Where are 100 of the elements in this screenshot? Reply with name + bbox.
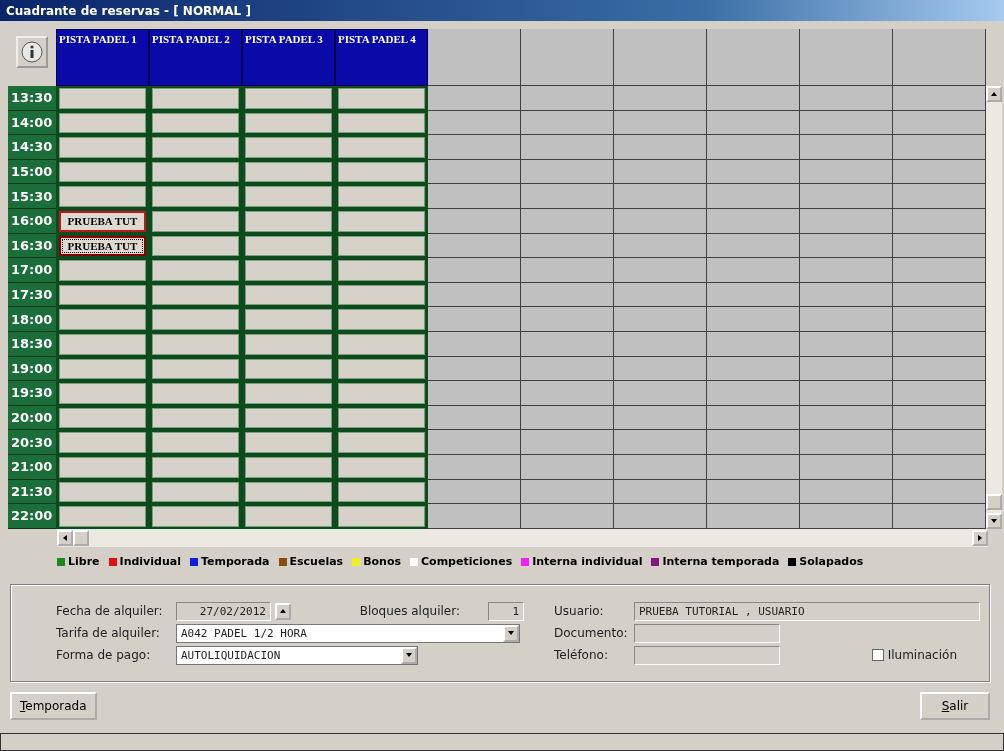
payment-dropdown[interactable]: AUTOLIQUIDACION: [176, 645, 418, 665]
free-slot[interactable]: [152, 481, 239, 503]
scroll-thumb[interactable]: [986, 494, 1002, 510]
time-label: 13:30: [8, 86, 56, 111]
blocks-field[interactable]: 1: [488, 601, 524, 621]
free-slot[interactable]: [152, 358, 239, 380]
right-arrow-icon: [976, 534, 984, 542]
free-slot[interactable]: [152, 112, 239, 134]
free-slot[interactable]: [59, 456, 146, 478]
free-slot[interactable]: [245, 112, 332, 134]
free-slot[interactable]: [152, 456, 239, 478]
legend-label: Interna temporada: [662, 555, 780, 568]
user-field[interactable]: PRUEBA TUTORIAL , USUARIO: [634, 601, 980, 621]
window-title: Cuadrante de reservas - [ NORMAL ]: [0, 0, 1004, 21]
down-arrow-icon: [990, 517, 998, 525]
legend-label: Libre: [68, 555, 100, 568]
free-slot[interactable]: [59, 161, 146, 183]
scroll-thumb[interactable]: [73, 530, 89, 546]
legend-label: Temporada: [200, 555, 270, 568]
time-label: 17:00: [8, 258, 56, 283]
field-label: Forma de pago:: [56, 647, 152, 664]
free-slot[interactable]: [338, 210, 425, 232]
free-slot[interactable]: [245, 235, 332, 257]
court-header: PISTA PADEL 1: [56, 29, 149, 86]
free-slot[interactable]: [59, 358, 146, 380]
time-label: 15:00: [8, 159, 56, 185]
time-label: 15:30: [8, 184, 56, 209]
date-field[interactable]: 27/02/2012: [176, 601, 271, 621]
time-label: 18:00: [8, 307, 56, 332]
free-slot[interactable]: [338, 358, 425, 380]
field-label: Bloques alquiler:: [359, 604, 460, 618]
free-slot[interactable]: [152, 333, 239, 355]
checkbox-label: Iluminación: [887, 648, 957, 662]
up-arrow-icon: [279, 607, 287, 615]
free-slot[interactable]: [338, 481, 425, 503]
booking-slot[interactable]: PRUEBA TUT: [59, 210, 146, 232]
free-slot[interactable]: [152, 161, 239, 183]
free-slot[interactable]: [338, 161, 425, 183]
legend-label: Escuelas: [289, 555, 344, 568]
time-label: 20:00: [8, 405, 56, 431]
free-slot[interactable]: [152, 210, 239, 232]
lighting-checkbox[interactable]: [871, 649, 884, 661]
down-arrow-icon: [405, 651, 413, 659]
court-header: PISTA PADEL 3: [242, 29, 335, 86]
legend-label: Solapados: [799, 555, 864, 568]
field-label: Fecha de alquiler:: [56, 603, 164, 620]
document-field[interactable]: [634, 623, 780, 643]
phone-field[interactable]: [634, 645, 780, 665]
free-slot[interactable]: [338, 284, 425, 306]
free-slot[interactable]: [245, 456, 332, 478]
time-label: 14:00: [8, 110, 56, 136]
free-slot[interactable]: [338, 456, 425, 478]
free-slot[interactable]: [59, 481, 146, 503]
free-slot[interactable]: [245, 358, 332, 380]
time-label: 16:30: [8, 233, 56, 259]
down-arrow-icon: [507, 629, 515, 637]
legend-label: Interna individual: [532, 555, 643, 568]
free-slot[interactable]: [338, 235, 425, 257]
free-slot[interactable]: [338, 112, 425, 134]
free-slot[interactable]: [245, 161, 332, 183]
booking-slot[interactable]: PRUEBA TUT: [59, 235, 146, 257]
season-button[interactable]: Temporada: [10, 692, 97, 720]
court-header: PISTA PADEL 2: [149, 29, 242, 86]
field-label: Teléfono:: [554, 647, 609, 664]
free-slot[interactable]: [245, 210, 332, 232]
info-button[interactable]: [16, 36, 48, 68]
free-slot[interactable]: [152, 284, 239, 306]
date-picker-button[interactable]: [275, 602, 291, 620]
free-slot[interactable]: [245, 407, 332, 429]
free-slot[interactable]: [59, 284, 146, 306]
time-label: 21:30: [8, 479, 56, 505]
vertical-scrollbar[interactable]: [986, 86, 1002, 529]
free-slot[interactable]: [152, 235, 239, 257]
free-slot[interactable]: [59, 112, 146, 134]
time-label: 21:00: [8, 454, 56, 480]
field-label: Usuario:: [554, 603, 605, 620]
up-arrow-icon: [990, 90, 998, 98]
court-header: PISTA PADEL 4: [335, 29, 428, 86]
horizontal-scrollbar[interactable]: [57, 529, 988, 547]
free-slot[interactable]: [338, 407, 425, 429]
free-slot[interactable]: [338, 333, 425, 355]
free-slot[interactable]: [152, 407, 239, 429]
time-label: 18:30: [8, 331, 56, 357]
field-label: Documento:: [554, 625, 629, 642]
free-slot[interactable]: [245, 481, 332, 503]
free-slot[interactable]: [59, 333, 146, 355]
exit-button[interactable]: Salir: [920, 692, 990, 720]
time-label: 17:30: [8, 282, 56, 308]
free-slot[interactable]: [59, 407, 146, 429]
rate-dropdown[interactable]: A042 PADEL 1/2 HORA: [176, 623, 520, 643]
field-label: Tarifa de alquiler:: [56, 625, 161, 642]
free-slot[interactable]: [245, 333, 332, 355]
time-label: 16:00: [8, 208, 56, 234]
legend-label: Individual: [119, 555, 181, 568]
legend-label: Bonos: [363, 555, 402, 568]
time-label: 20:30: [8, 430, 56, 455]
legend-label: Competiciones: [421, 555, 513, 568]
time-label: 19:30: [8, 381, 56, 406]
left-arrow-icon: [61, 534, 69, 542]
free-slot[interactable]: [245, 284, 332, 306]
